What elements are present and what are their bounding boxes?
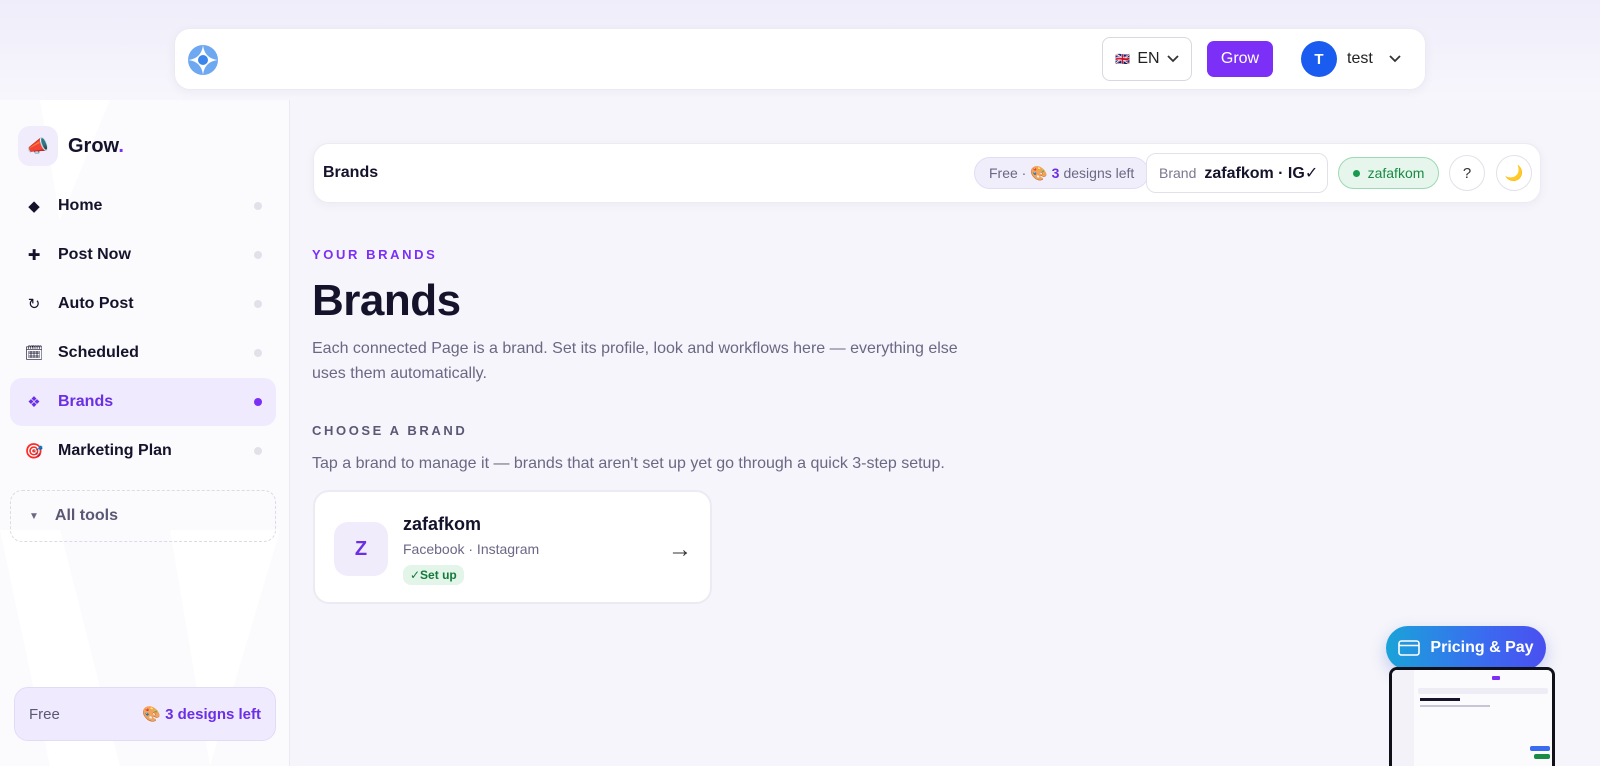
choose-eyebrow: CHOOSE A BRAND: [312, 423, 468, 438]
credit-card-icon: [1398, 640, 1421, 656]
sidebar-item-post-now[interactable]: ✚ Post Now: [10, 231, 276, 279]
sidebar-nav: ◆ Home ✚ Post Now ↻ Auto Post 🗓 Scheduled ❖ Brand…: [10, 182, 276, 476]
designs-left: 🎨 3 designs left: [142, 706, 261, 723]
all-tools-label: All tools: [54, 507, 119, 524]
chevron-down-icon: [1389, 55, 1401, 63]
choose-description: Tap a brand to manage it — brands that a…: [312, 455, 945, 472]
top-bar: 🇬🇧 EN Grow T test: [174, 28, 1426, 90]
main-heading: Brands: [312, 276, 461, 325]
nav-indicator-dot: [254, 447, 262, 455]
status-dot: [1352, 169, 1360, 177]
setup-status-badge: ✓Set up: [403, 565, 464, 585]
app-logo-icon[interactable]: [187, 44, 219, 76]
target-icon: 🎯: [24, 443, 44, 460]
brand-avatar: Z: [334, 522, 388, 576]
moon-icon: 🌙: [1504, 165, 1524, 182]
language-select[interactable]: 🇬🇧 EN: [1102, 37, 1192, 81]
section-eyebrow: YOUR BRANDS: [312, 247, 438, 262]
nav-indicator-dot: [254, 202, 262, 210]
brand-card-platforms: Facebook · Instagram: [403, 541, 540, 557]
user-menu[interactable]: T test: [1301, 41, 1401, 77]
calendar-icon: 🗓: [24, 345, 44, 362]
nav-indicator-dot: [254, 251, 262, 259]
brand-select[interactable]: Brand zafafkom · IG✓: [1146, 153, 1328, 193]
brand-select-value: zafafkom · IG✓: [1204, 165, 1319, 182]
content-header: Brands Free · 🎨 3 designs left Brand zaf…: [313, 143, 1541, 203]
nav-indicator-dot: [254, 349, 262, 357]
brand-card-name: zafafkom: [403, 514, 482, 534]
pricing-pay-button[interactable]: Pricing & Pay: [1386, 626, 1546, 670]
brands-icon: ❖: [27, 394, 41, 411]
all-tools-toggle[interactable]: ▼ All tools: [10, 490, 276, 542]
language-label: EN: [1137, 50, 1160, 67]
refresh-icon: ↻: [27, 296, 41, 313]
plan-pill[interactable]: Free · 🎨 3 designs left: [974, 157, 1150, 189]
sidebar-item-auto-post[interactable]: ↻ Auto Post: [10, 280, 276, 328]
chevron-down-icon: [1166, 55, 1179, 63]
theme-toggle-button[interactable]: 🌙: [1496, 155, 1532, 191]
sidebar-item-label: Post Now: [58, 246, 131, 263]
sidebar: 📣 Grow. ◆ Home ✚ Post Now ↻ Auto Post 🗓 Schedul…: [0, 100, 290, 766]
arrow-right-icon: →: [668, 536, 692, 563]
help-button[interactable]: ?: [1449, 155, 1485, 191]
brand-card[interactable]: Z zafafkom Facebook · Instagram ✓Set up …: [313, 490, 712, 604]
plan-status[interactable]: Free 🎨 3 designs left: [14, 687, 276, 741]
sidebar-brand[interactable]: 📣 Grow.: [18, 126, 124, 166]
help-icon: ?: [1462, 164, 1472, 182]
status-badge[interactable]: zafafkom: [1338, 157, 1439, 189]
sidebar-item-brands[interactable]: ❖ Brands: [10, 378, 276, 426]
user-name: test: [1347, 50, 1373, 67]
brand-select-label: Brand: [1159, 165, 1197, 181]
brand-name: Grow.: [68, 134, 124, 157]
sidebar-item-label: Scheduled: [58, 344, 139, 361]
nav-indicator-dot: [254, 300, 262, 308]
sidebar-item-scheduled[interactable]: 🗓 Scheduled: [10, 329, 276, 377]
avatar: T: [1301, 41, 1337, 77]
sidebar-item-marketing-plan[interactable]: 🎯 Marketing Plan: [10, 427, 276, 475]
caret-down-icon: ▼: [29, 510, 39, 522]
top-bar-area: 🇬🇧 EN Grow T test: [0, 0, 1600, 100]
page-title: Brands: [323, 164, 379, 181]
home-icon: ◆: [28, 198, 40, 215]
sidebar-item-label: Auto Post: [58, 295, 134, 312]
preview-thumbnail-image: [1392, 670, 1552, 766]
plus-icon: ✚: [27, 247, 41, 264]
plan-tier: Free: [29, 705, 60, 723]
sidebar-item-label: Home: [58, 197, 103, 214]
preview-thumbnail[interactable]: [1389, 667, 1555, 766]
grow-button[interactable]: Grow: [1207, 41, 1273, 77]
sidebar-item-label: Brands: [58, 393, 114, 410]
main-description: Each connected Page is a brand. Set its …: [312, 340, 958, 382]
nav-indicator-dot: [254, 398, 262, 406]
sidebar-item-label: Marketing Plan: [58, 442, 172, 459]
sidebar-item-home[interactable]: ◆ Home: [10, 182, 276, 230]
flag-icon: 🇬🇧: [1115, 52, 1131, 66]
megaphone-icon: 📣: [18, 126, 58, 166]
